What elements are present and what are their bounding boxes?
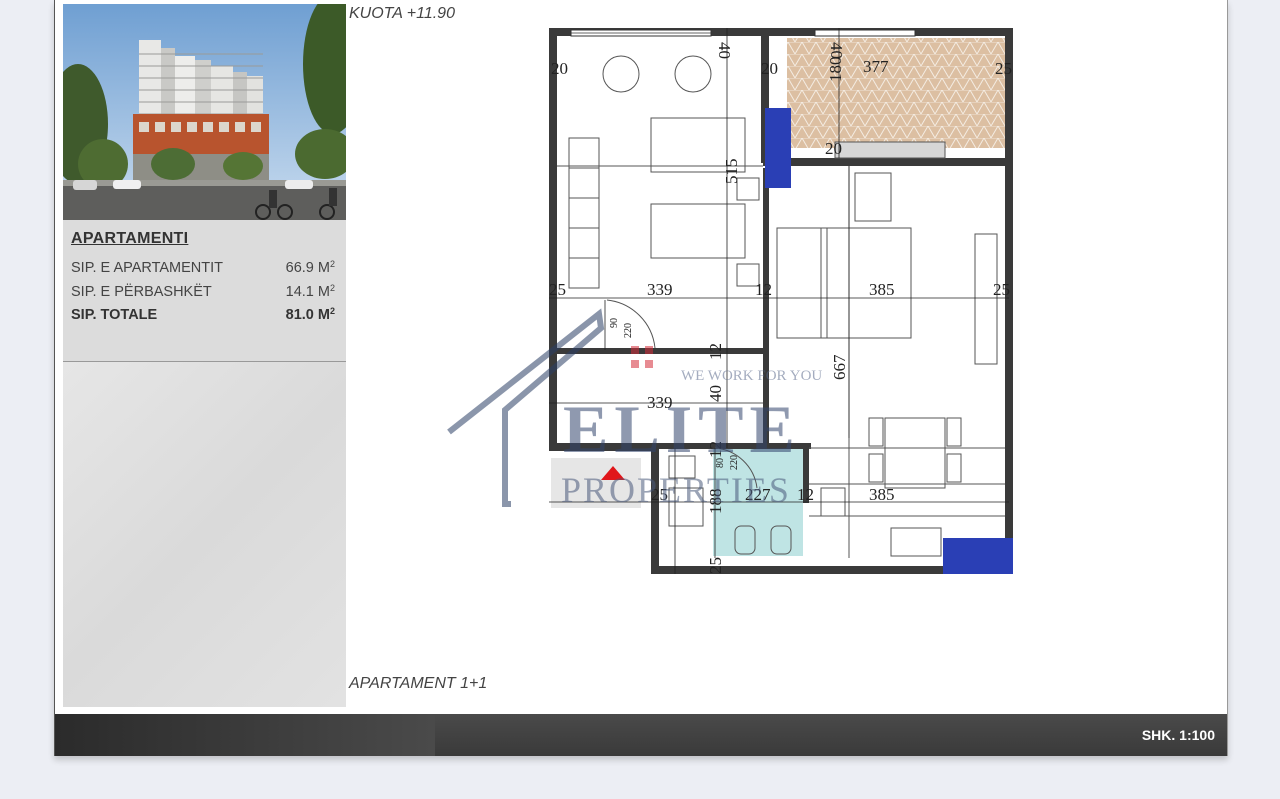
dim-label: 25 xyxy=(706,557,725,574)
info-value: 66.9 M2 xyxy=(285,259,335,276)
watermark-tagline: WE WORK FOR YOU xyxy=(681,368,822,384)
dim-label: 40 xyxy=(827,42,846,59)
dim-label: 180 xyxy=(826,57,845,83)
dim-label: 25 xyxy=(995,59,1012,78)
dim-label: 377 xyxy=(863,57,889,76)
info-label: SIP. E APARTAMENTIT xyxy=(71,260,224,276)
dim-label: 40 xyxy=(715,42,734,59)
info-row-total-area: SIP. TOTALE 81.0 M2 xyxy=(71,306,341,327)
dim-label: 385 xyxy=(869,485,895,504)
apartment-label: APARTAMENT 1+1 xyxy=(349,675,488,692)
side-panel: APARTAMENTI SIP. E APARTAMENTIT 66.9 M2 … xyxy=(63,4,346,707)
footer-shade xyxy=(55,714,435,756)
info-row-apartment-area: SIP. E APARTAMENTIT 66.9 M2 xyxy=(71,259,341,280)
dim-label: 20 xyxy=(551,59,568,78)
floor-plan-sheet: APARTAMENTI SIP. E APARTAMENTIT 66.9 M2 … xyxy=(54,0,1228,756)
dim-label: 667 xyxy=(830,354,849,380)
dim-label: 12 xyxy=(706,343,725,360)
dim-label: 20 xyxy=(825,139,842,158)
dim-label: 339 xyxy=(647,280,673,299)
floor-plan-drawing: 40 40 20 20 377 25 180 20 515 25 339 12 … xyxy=(447,28,1013,574)
info-label: SIP. TOTALE xyxy=(71,307,158,323)
scale-label: SHK. 1:100 xyxy=(1141,727,1215,743)
dim-label: 25 xyxy=(993,280,1010,299)
dim-label: 90 xyxy=(609,318,620,328)
dim-label: 20 xyxy=(761,59,778,78)
level-label: KUOTA +11.90 xyxy=(349,5,455,22)
dim-label: 25 xyxy=(549,280,566,299)
watermark-sub: PROPERTIES xyxy=(561,470,791,510)
info-value: 81.0 M2 xyxy=(285,306,335,323)
blank-panel xyxy=(63,362,346,707)
dim-label: 12 xyxy=(797,485,814,504)
info-row-shared-area: SIP. E PËRBASHKËT 14.1 M2 xyxy=(71,283,341,304)
balcony-area xyxy=(787,38,1007,148)
building-photo xyxy=(63,4,346,220)
info-title: APARTAMENTI xyxy=(71,230,189,247)
info-value: 14.1 M2 xyxy=(285,283,335,300)
window-blue-1 xyxy=(765,108,791,188)
window-blue-2 xyxy=(943,538,1013,574)
apartment-info-box: APARTAMENTI SIP. E APARTAMENTIT 66.9 M2 … xyxy=(63,220,346,362)
info-label: SIP. E PËRBASHKËT xyxy=(71,284,212,300)
watermark-brand: ELITE xyxy=(563,391,801,467)
dim-label: 220 xyxy=(623,323,634,338)
dim-label: 385 xyxy=(869,280,895,299)
footer-bar: SHK. 1:100 xyxy=(55,714,1227,756)
dim-label: 12 xyxy=(755,280,772,299)
dim-label: 515 xyxy=(722,159,741,185)
